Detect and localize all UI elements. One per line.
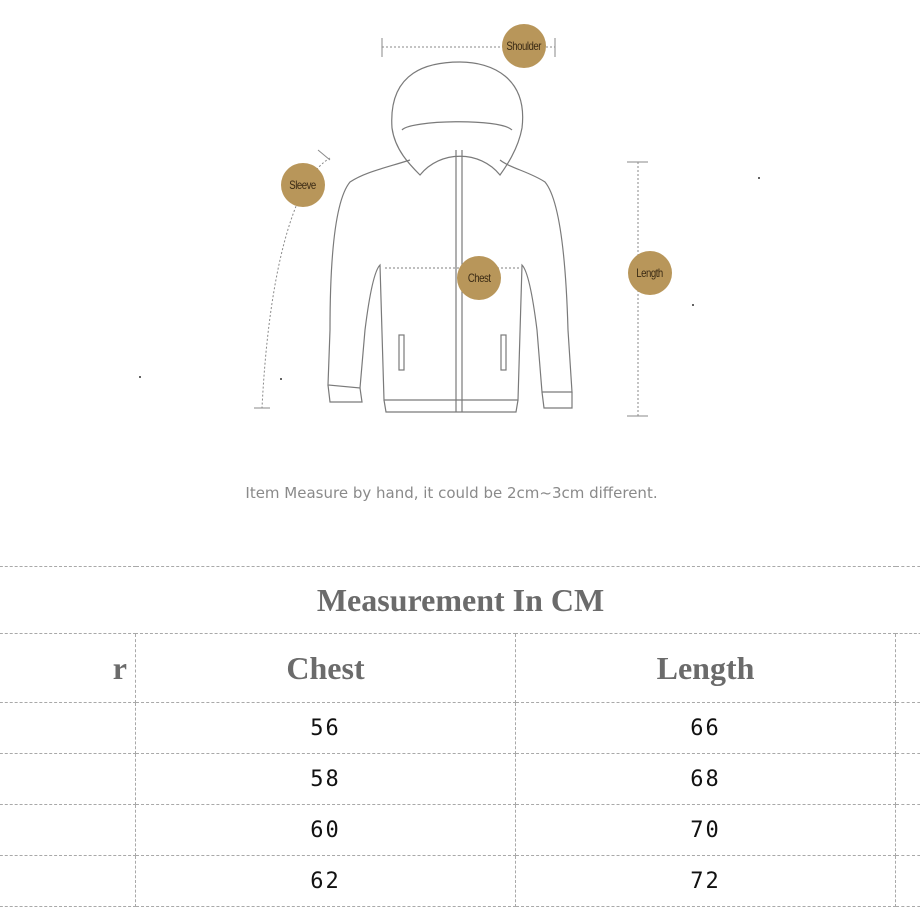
table-row: 62 72 xyxy=(0,855,920,907)
header-chest: Chest xyxy=(135,633,516,703)
measurement-table: Measurement In CM r Chest Length 56 66 5… xyxy=(0,566,920,907)
header-extra xyxy=(894,633,920,703)
length-badge: Length xyxy=(628,251,672,295)
table-row: 56 66 xyxy=(0,702,920,754)
chest-cell: 56 xyxy=(135,702,516,754)
shoulder-label: Shoulder xyxy=(506,39,542,53)
table-row: 58 68 xyxy=(0,753,920,805)
size-cell xyxy=(0,753,136,805)
table-title: Measurement In CM xyxy=(0,566,920,634)
length-cell: 72 xyxy=(515,855,896,907)
chest-badge: Chest xyxy=(457,256,501,300)
extra-cell xyxy=(894,702,920,754)
measure-note: Item Measure by hand, it could be 2cm~3c… xyxy=(245,484,658,502)
chest-cell: 60 xyxy=(135,804,516,856)
shoulder-badge: Shoulder xyxy=(502,24,546,68)
extra-cell xyxy=(894,855,920,907)
header-size: r xyxy=(0,633,136,703)
chest-cell: 58 xyxy=(135,753,516,805)
extra-cell xyxy=(894,753,920,805)
chest-cell: 62 xyxy=(135,855,516,907)
chest-label: Chest xyxy=(467,271,491,285)
table-header-row: r Chest Length xyxy=(0,633,920,703)
length-cell: 68 xyxy=(515,753,896,805)
length-label: Length xyxy=(636,266,664,280)
hoodie-outline xyxy=(139,38,844,525)
size-cell xyxy=(0,804,136,856)
sleeve-label: Sleeve xyxy=(289,178,317,192)
header-length: Length xyxy=(515,633,896,703)
size-diagram: Shoulder Sleeve Chest Length xyxy=(0,0,920,525)
length-cell: 70 xyxy=(515,804,896,856)
size-cell xyxy=(0,702,136,754)
table-row: 60 70 xyxy=(0,804,920,856)
length-cell: 66 xyxy=(515,702,896,754)
extra-cell xyxy=(894,804,920,856)
sleeve-badge: Sleeve xyxy=(281,163,325,207)
size-cell xyxy=(0,855,136,907)
